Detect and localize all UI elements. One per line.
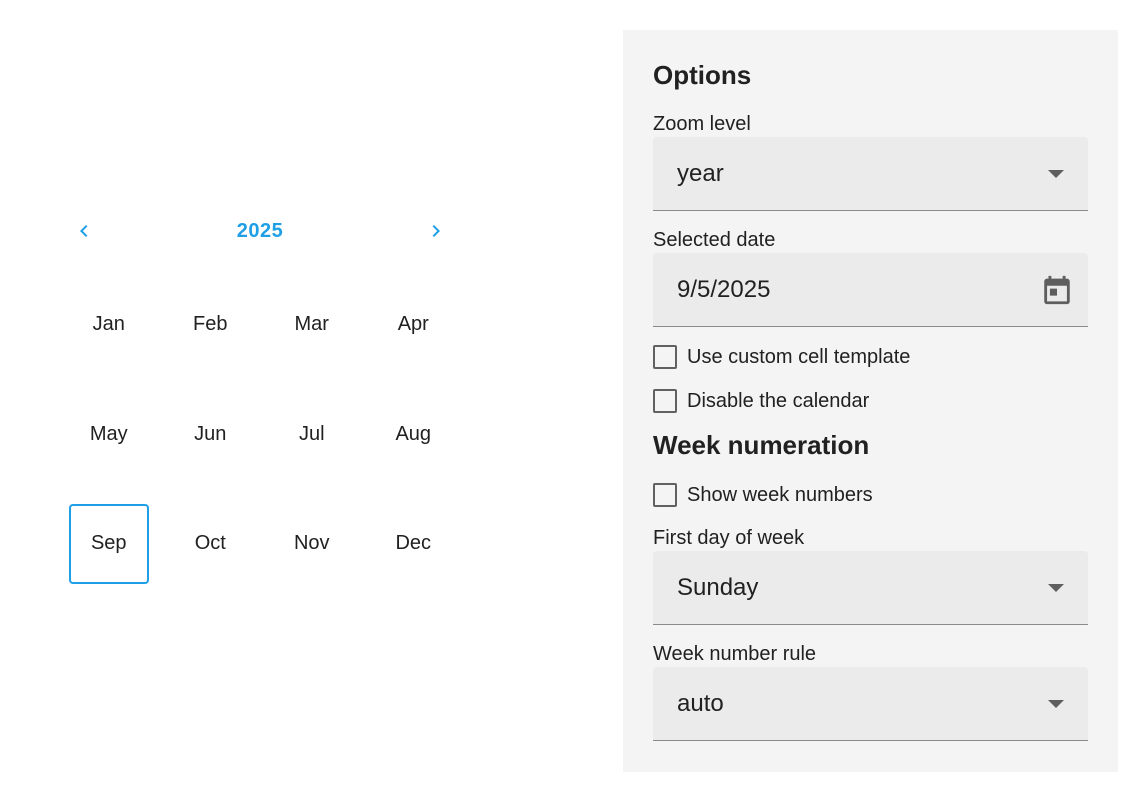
month-label: May: [89, 422, 128, 445]
month-cell-jun[interactable]: Jun: [160, 380, 262, 490]
month-label: Mar: [294, 313, 329, 336]
calendar-navigator: 2025: [58, 206, 464, 256]
month-label: Apr: [397, 313, 429, 336]
month-label: Dec: [395, 532, 432, 555]
month-cell-apr[interactable]: Apr: [363, 270, 465, 380]
calendar-icon[interactable]: [1040, 273, 1074, 307]
first-day-of-week-select[interactable]: Sunday: [653, 551, 1088, 625]
month-cell-dec[interactable]: Dec: [363, 489, 465, 599]
month-label: Sep: [68, 503, 149, 584]
month-cell-mar[interactable]: Mar: [261, 270, 363, 380]
month-cell-oct[interactable]: Oct: [160, 489, 262, 599]
month-grid: Jan Feb Mar Apr May Jun Jul Aug Sep Oct …: [58, 270, 464, 599]
checkbox-box[interactable]: [653, 483, 677, 507]
week-number-rule-value: auto: [677, 690, 724, 717]
calendar-year-title[interactable]: 2025: [58, 206, 462, 256]
zoom-level-value: year: [677, 160, 724, 187]
next-year-button[interactable]: [416, 211, 456, 251]
month-label: Jun: [194, 422, 227, 445]
custom-cell-template-label: Use custom cell template: [687, 345, 911, 368]
week-number-rule-label: Week number rule: [653, 643, 817, 665]
caret-down-icon: [1048, 700, 1064, 708]
page: 2025 Jan Feb Mar Apr May Jun Jul Aug Sep…: [0, 0, 1147, 801]
month-cell-aug[interactable]: Aug: [363, 380, 465, 490]
checkbox-box[interactable]: [653, 345, 677, 369]
caret-down-icon: [1048, 584, 1064, 592]
caret-down-icon: [1048, 170, 1064, 178]
zoom-level-label: Zoom level: [653, 113, 751, 135]
selected-date-value: 9/5/2025: [677, 276, 771, 303]
month-cell-jul[interactable]: Jul: [261, 380, 363, 490]
month-cell-feb[interactable]: Feb: [160, 270, 262, 380]
options-heading: Options: [653, 60, 752, 90]
month-label: Aug: [395, 422, 432, 445]
first-day-of-week-label: First day of week: [653, 527, 805, 549]
month-cell-nov[interactable]: Nov: [261, 489, 363, 599]
first-day-of-week-value: Sunday: [677, 574, 759, 601]
week-number-rule-select[interactable]: auto: [653, 667, 1088, 741]
month-cell-sep[interactable]: Sep: [58, 489, 160, 599]
month-label: Jul: [298, 422, 325, 445]
selected-date-label: Selected date: [653, 229, 776, 251]
show-week-numbers-checkbox[interactable]: Show week numbers: [653, 481, 873, 509]
disable-calendar-checkbox[interactable]: Disable the calendar: [653, 387, 869, 415]
month-label: Nov: [293, 532, 330, 555]
month-label: Feb: [193, 313, 228, 336]
options-panel: Options Zoom level year Selected date 9/…: [623, 30, 1118, 772]
month-label: Oct: [194, 532, 226, 555]
zoom-level-select[interactable]: year: [653, 137, 1088, 211]
disable-calendar-label: Disable the calendar: [687, 389, 870, 412]
month-cell-jan[interactable]: Jan: [58, 270, 160, 380]
custom-cell-template-checkbox[interactable]: Use custom cell template: [653, 343, 910, 371]
calendar: 2025 Jan Feb Mar Apr May Jun Jul Aug Sep…: [58, 206, 464, 584]
checkbox-box[interactable]: [653, 389, 677, 413]
selected-date-input[interactable]: 9/5/2025: [653, 253, 1088, 327]
chevron-right-icon: [432, 225, 440, 237]
month-label: Jan: [92, 313, 125, 336]
week-numeration-heading: Week numeration: [653, 430, 870, 460]
show-week-numbers-label: Show week numbers: [687, 483, 873, 506]
month-cell-may[interactable]: May: [58, 380, 160, 490]
